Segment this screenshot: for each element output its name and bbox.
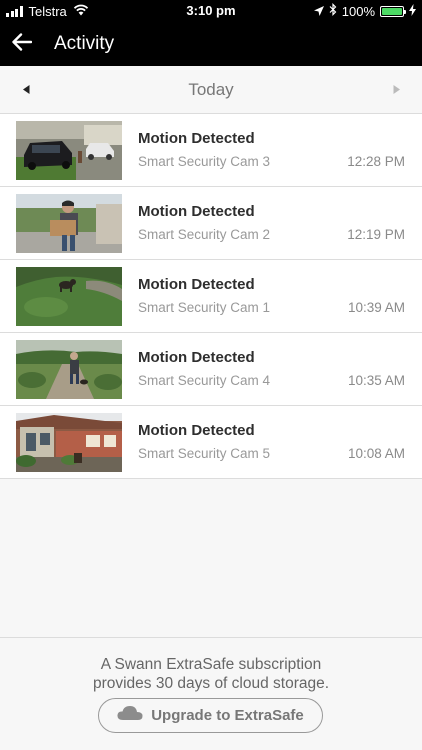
bluetooth-icon bbox=[329, 3, 337, 19]
event-time: 10:39 AM bbox=[347, 300, 405, 315]
charging-icon bbox=[409, 3, 416, 19]
battery-percentage: 100% bbox=[341, 3, 375, 19]
event-thumbnail[interactable] bbox=[16, 194, 122, 253]
event-title: Motion Detected bbox=[138, 422, 255, 439]
activity-row[interactable]: Motion Detected Smart Security Cam 4 10:… bbox=[0, 333, 422, 406]
activity-list: Motion Detected Smart Security Cam 3 12:… bbox=[0, 114, 422, 479]
camera-name: Smart Security Cam 3 bbox=[138, 154, 271, 169]
upgrade-button[interactable]: Upgrade to ExtraSafe bbox=[98, 698, 323, 733]
next-day-button[interactable] bbox=[384, 78, 408, 102]
previous-day-button[interactable] bbox=[14, 78, 38, 102]
camera-name: Smart Security Cam 5 bbox=[138, 446, 271, 461]
event-title: Motion Detected bbox=[138, 203, 255, 220]
wifi-icon bbox=[73, 4, 89, 19]
event-thumbnail[interactable] bbox=[16, 267, 122, 326]
event-title: Motion Detected bbox=[138, 349, 255, 366]
subscription-message-line1: A Swann ExtraSafe subscription bbox=[100, 656, 322, 673]
battery-icon bbox=[380, 5, 406, 17]
date-label: Today bbox=[188, 79, 234, 99]
camera-name: Smart Security Cam 2 bbox=[138, 227, 271, 242]
activity-row[interactable]: Motion Detected Smart Security Cam 5 10:… bbox=[0, 406, 422, 479]
back-button[interactable] bbox=[0, 22, 44, 66]
event-title: Motion Detected bbox=[138, 130, 255, 147]
event-thumbnail[interactable] bbox=[16, 121, 122, 180]
upgrade-button-label: Upgrade to ExtraSafe bbox=[151, 707, 304, 724]
event-title: Motion Detected bbox=[138, 276, 255, 293]
event-time: 10:08 AM bbox=[347, 446, 405, 461]
date-selector: Today bbox=[0, 66, 422, 114]
camera-name: Smart Security Cam 4 bbox=[138, 373, 271, 388]
caret-left-icon bbox=[22, 81, 30, 99]
arrow-left-icon bbox=[12, 32, 33, 56]
activity-row[interactable]: Motion Detected Smart Security Cam 1 10:… bbox=[0, 260, 422, 333]
event-time: 12:28 PM bbox=[347, 154, 405, 169]
activity-row[interactable]: Motion Detected Smart Security Cam 3 12:… bbox=[0, 114, 422, 187]
camera-name: Smart Security Cam 1 bbox=[138, 300, 271, 315]
signal-strength-icon bbox=[6, 5, 23, 17]
page-title: Activity bbox=[54, 33, 115, 54]
event-time: 12:19 PM bbox=[347, 227, 405, 242]
subscription-footer: A Swann ExtraSafe subscription provides … bbox=[0, 637, 422, 750]
cloud-icon bbox=[117, 705, 143, 726]
nav-bar: Activity bbox=[0, 22, 422, 66]
event-time: 10:35 AM bbox=[347, 373, 405, 388]
event-thumbnail[interactable] bbox=[16, 413, 122, 472]
status-bar: Telstra 3:10 pm 100% bbox=[0, 0, 422, 22]
activity-row[interactable]: Motion Detected Smart Security Cam 2 12:… bbox=[0, 187, 422, 260]
subscription-message-line2: provides 30 days of cloud storage. bbox=[92, 675, 330, 692]
location-icon bbox=[313, 4, 324, 19]
subscription-message: A Swann ExtraSafe subscription provides … bbox=[0, 655, 422, 693]
carrier-name: Telstra bbox=[28, 3, 67, 19]
event-thumbnail[interactable] bbox=[16, 340, 122, 399]
caret-right-icon bbox=[393, 81, 400, 99]
